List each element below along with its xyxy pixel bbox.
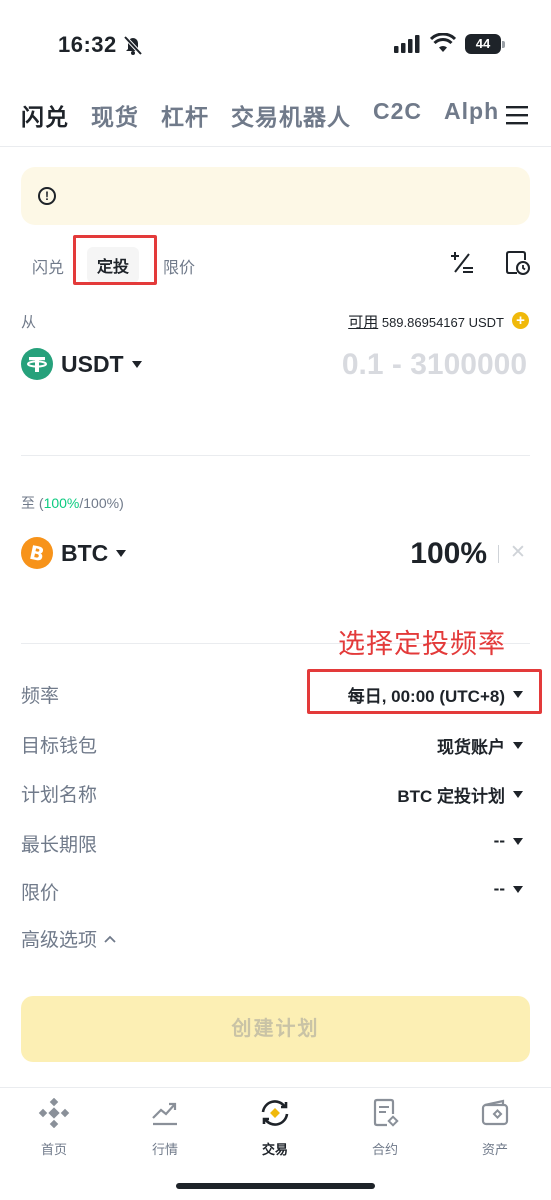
bottom-nav-trade-label: 交易 — [261, 1142, 288, 1157]
notice-banner[interactable] — [21, 167, 530, 225]
chevron-down-icon — [513, 742, 523, 749]
silent-bell-icon — [123, 35, 143, 56]
bottom-nav-divider — [0, 1087, 551, 1088]
frequency-selector[interactable]: 每日, 00:00 (UTC+8) — [348, 682, 523, 707]
limit-price-label: 限价 — [21, 883, 60, 904]
plan-name-selector[interactable]: BTC 定投计划 — [397, 782, 523, 807]
add-funds-icon[interactable]: + — [512, 312, 529, 329]
wifi-icon — [430, 33, 456, 52]
header-divider — [0, 146, 551, 147]
limit-price-value: -- — [493, 879, 505, 898]
bottom-nav-futures-label: 合约 — [371, 1142, 398, 1157]
from-coin-name: USDT — [61, 350, 124, 377]
from-coin-selector[interactable]: USDT — [21, 348, 142, 380]
bottom-nav-trade[interactable]: 交易 — [235, 1098, 315, 1158]
cellular-signal-icon — [394, 35, 420, 53]
top-nav-item-spot[interactable]: 现货 — [91, 98, 139, 134]
top-nav-item-c2c[interactable]: C2C — [373, 98, 422, 134]
available-value: 589.86954167 USDT — [381, 315, 504, 330]
hamburger-menu-icon[interactable] — [505, 104, 529, 126]
top-nav-item-alpha[interactable]: Alph — [444, 98, 499, 134]
frequency-value: 每日, 00:00 (UTC+8) — [347, 687, 505, 706]
subtab-flash-convert[interactable]: 闪兑 — [32, 254, 64, 278]
recurring-tab-highlight — [73, 235, 157, 285]
to-label: 至 (100%/100%) — [21, 493, 124, 513]
chevron-down-icon — [131, 360, 142, 368]
calculator-icon[interactable] — [449, 250, 475, 276]
bottom-nav-assets[interactable]: 资产 — [455, 1098, 535, 1158]
chevron-up-icon — [104, 935, 116, 943]
bottom-nav-markets[interactable]: 行情 — [125, 1098, 205, 1158]
input-cursor — [498, 545, 499, 563]
max-duration-value: -- — [493, 831, 505, 850]
home-indicator[interactable] — [176, 1183, 375, 1189]
status-time: 16:32 — [58, 32, 117, 57]
target-wallet-selector[interactable]: 现货账户 — [437, 733, 523, 758]
frequency-label: 频率 — [21, 686, 60, 707]
to-coin-name: BTC — [61, 539, 109, 566]
max-duration-label: 最长期限 — [21, 835, 98, 856]
usdt-coin-icon — [21, 348, 53, 380]
futures-icon — [373, 1098, 399, 1127]
chevron-down-icon — [513, 791, 523, 798]
top-nav-item-flash-convert[interactable]: 闪兑 — [21, 98, 69, 134]
target-wallet-value: 现货账户 — [437, 738, 505, 757]
plan-name-value: BTC 定投计划 — [397, 787, 505, 806]
battery-indicator: 44 — [465, 34, 501, 54]
to-coin-selector[interactable]: B BTC — [21, 537, 127, 569]
plan-name-label: 计划名称 — [21, 785, 98, 806]
available-balance: 可用 589.86954167 USDT — [348, 311, 504, 332]
bottom-nav-futures[interactable]: 合约 — [345, 1098, 425, 1158]
to-percentage-input[interactable]: 100% — [410, 537, 487, 571]
svg-text:B: B — [27, 542, 46, 567]
limit-price-selector[interactable]: -- — [494, 879, 523, 899]
top-nav: 闪兑 现货 杠杆 交易机器人 C2C Alph — [21, 98, 499, 134]
battery-cap — [502, 41, 505, 48]
plan-history-icon[interactable] — [505, 250, 531, 276]
chevron-down-icon — [513, 837, 523, 845]
annotation-text: 选择定投频率 — [338, 629, 506, 659]
max-duration-selector[interactable]: -- — [494, 831, 523, 851]
markets-icon — [152, 1102, 177, 1126]
create-plan-button[interactable]: 创建计划 — [21, 996, 530, 1062]
to-allocated-pct: 100% — [43, 495, 80, 511]
chevron-down-icon — [513, 691, 523, 698]
top-nav-item-trading-bots[interactable]: 交易机器人 — [231, 98, 351, 134]
bottom-nav-home[interactable]: 首页 — [14, 1097, 94, 1158]
assets-icon — [481, 1099, 509, 1126]
advanced-options-label: 高级选项 — [21, 930, 98, 951]
info-icon: ! — [38, 187, 56, 205]
top-nav-item-margin[interactable]: 杠杆 — [161, 98, 209, 134]
section-divider — [21, 455, 530, 456]
available-label[interactable]: 可用 — [348, 314, 378, 331]
remove-coin-icon[interactable]: ✕ — [510, 541, 526, 564]
target-wallet-label: 目标钱包 — [21, 736, 98, 757]
chevron-down-icon — [513, 885, 523, 893]
from-amount-input[interactable]: 0.1 - 3100000 — [342, 348, 527, 382]
chevron-down-icon — [116, 549, 127, 557]
bottom-nav-markets-label: 行情 — [151, 1142, 178, 1157]
to-label-prefix: 至 ( — [21, 495, 44, 511]
subtab-limit[interactable]: 限价 — [163, 254, 195, 278]
advanced-options-toggle[interactable]: 高级选项 — [21, 925, 117, 952]
trade-icon — [261, 1100, 289, 1126]
bottom-nav-home-label: 首页 — [40, 1142, 67, 1157]
from-label: 从 — [21, 314, 37, 331]
bottom-nav-assets-label: 资产 — [481, 1142, 508, 1157]
btc-coin-icon: B — [21, 537, 53, 569]
home-icon — [38, 1097, 70, 1129]
to-label-suffix: /100%) — [79, 495, 124, 511]
